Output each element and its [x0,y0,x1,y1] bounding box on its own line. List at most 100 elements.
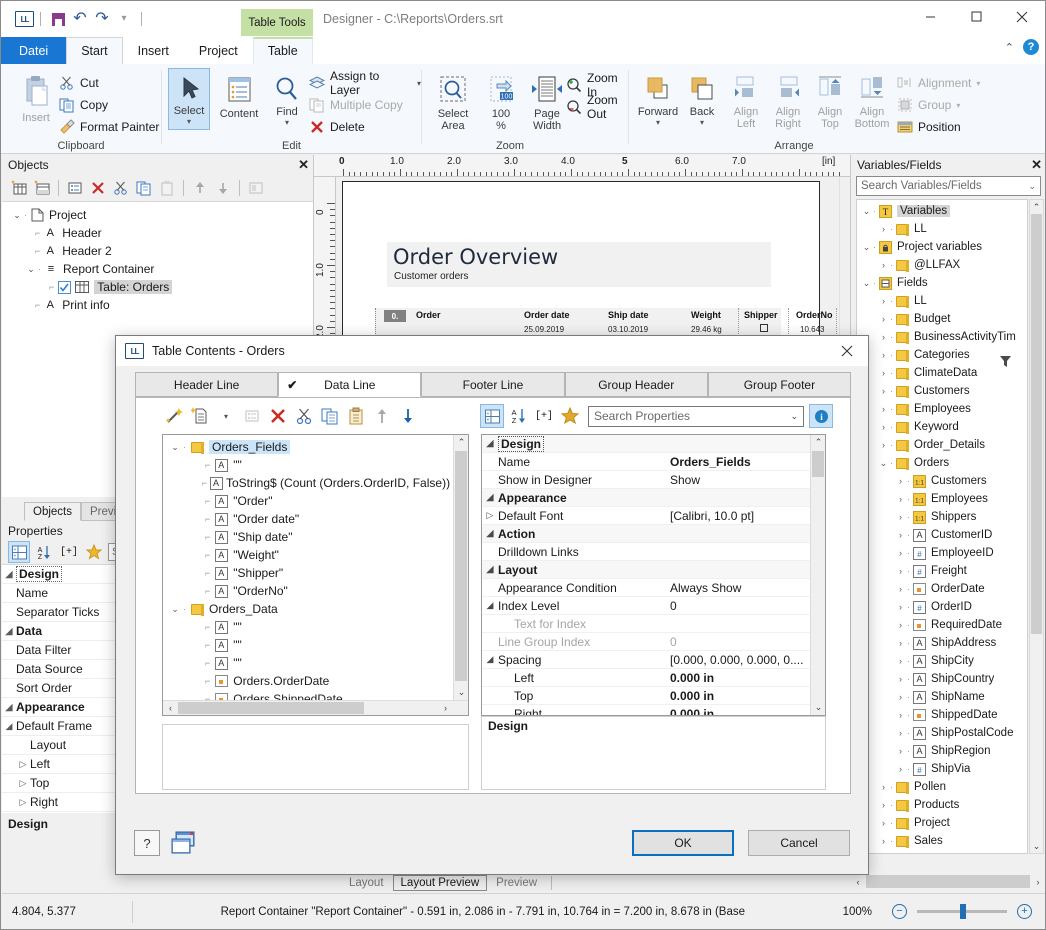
zoom-slider[interactable] [917,904,1007,919]
chevron-right-icon[interactable]: › [894,620,907,630]
collapse-icon[interactable]: ◢ [482,492,498,503]
tree-node-project[interactable]: ⌄ · Project [2,206,313,224]
property-row[interactable]: Line Group Index 0 [482,633,825,651]
tree-node[interactable]: › · # ShipVia [857,760,1027,778]
tree-node[interactable]: ⌐ A "" [163,654,468,672]
chevron-right-icon[interactable]: › [877,224,890,234]
chevron-down-icon[interactable]: ⌄ [860,206,873,217]
tree-node[interactable]: ⌄ · Fields [857,274,1027,292]
tree-node[interactable]: ⌐ A "Order" [163,492,468,510]
new-field-dropdown-button[interactable]: ▾ [214,404,238,428]
paste-icon[interactable] [344,404,368,428]
tree-node[interactable]: ⌄ · Orders_Fields [163,438,468,456]
chevron-right-icon[interactable]: › [894,548,907,558]
find-button[interactable]: Find ▾ [262,70,312,127]
tree-node[interactable]: ›·SalesStages [857,850,1027,853]
chevron-right-icon[interactable]: › [877,800,890,810]
copy-icon[interactable] [133,177,155,199]
property-row[interactable]: Appearance Condition Always Show [482,579,825,597]
scrollbar-thumb[interactable] [455,451,467,681]
chevron-right-icon[interactable]: › [894,602,907,612]
tree-node[interactable]: ⌐ A "OrderNo" [163,582,468,600]
tree-node-table-orders[interactable]: ⌐ Table: Orders [2,278,313,296]
chevron-down-icon[interactable]: ⌄ [10,210,24,221]
chevron-right-icon[interactable]: › [894,584,907,594]
scroll-up-icon[interactable]: ⌃ [454,435,468,450]
close-button[interactable] [999,1,1045,32]
tree-node[interactable]: › · Customers [857,382,1027,400]
tree-node[interactable]: › · LL [857,292,1027,310]
tree-node[interactable]: › · Budget [857,310,1027,328]
tree-node[interactable]: ⌐ Orders.OrderDate [163,672,468,690]
property-row[interactable]: ◢ Design [482,435,825,453]
zoom-out-button[interactable]: Zoom Out [564,93,628,121]
tree-node[interactable]: › · # OrderID [857,598,1027,616]
chevron-right-icon[interactable]: › [894,494,907,504]
chevron-right-icon[interactable]: › [894,566,907,576]
property-row[interactable]: Show in Designer Show [482,471,825,489]
categorize-icon[interactable]: + + [8,541,30,563]
scroll-down-icon[interactable]: ⌄ [454,685,468,700]
property-value[interactable]: Always Show [670,581,825,595]
redo-button[interactable]: ↷ [91,8,113,30]
tree-node[interactable]: › · 1:1 Shippers [857,508,1027,526]
chevron-right-icon[interactable]: › [877,350,890,360]
chevron-right-icon[interactable]: › [894,656,907,666]
chevron-right-icon[interactable]: › [877,836,890,846]
tree-node[interactable]: › · Order_Details [857,436,1027,454]
collapse-ribbon-button[interactable]: ⌃ [1005,41,1014,54]
help-icon[interactable]: ? [1023,39,1039,55]
tree-node[interactable]: › · @LLFAX [857,256,1027,274]
collapse-icon[interactable]: ◢ [482,528,498,539]
chevron-right-icon[interactable]: › [894,692,907,702]
window-stack-icon[interactable] [170,830,200,856]
chevron-right-icon[interactable]: › [877,332,890,342]
tree-node-print-info[interactable]: ⌐ A Print info [2,296,313,314]
property-row[interactable]: Drilldown Links [482,543,825,561]
tree-node[interactable]: ⌐ A "" [163,618,468,636]
close-icon[interactable]: ✕ [1031,157,1042,173]
copy-icon[interactable] [318,404,342,428]
minimize-button[interactable] [907,1,953,32]
tab-group-footer[interactable]: Group Footer [707,372,852,397]
insert-button[interactable]: Insert [11,70,61,124]
scrollbar-thumb[interactable] [178,702,364,714]
tab-preview[interactable]: Preview [489,876,544,890]
collapse-icon[interactable]: ◢ [2,626,16,637]
chevron-down-icon[interactable]: ⌄ [167,442,183,453]
variables-search-input[interactable]: Search Variables/Fields ⌄ [856,176,1041,196]
expand-all-icon[interactable]: [+] [532,404,556,428]
tree-node[interactable]: › · A CustomerID [857,526,1027,544]
dialog-field-tree[interactable]: ⌄ · Orders_Fields ⌐ A "" ⌐ A ToString$ (Count (O… [162,434,469,716]
maximize-button[interactable] [953,1,999,32]
scroll-right-icon[interactable]: › [1030,877,1045,887]
tree-node[interactable]: › · A ShipAddress [857,634,1027,652]
expand-icon[interactable]: ▷ [16,797,30,808]
tab-project[interactable]: Project [184,37,253,64]
chevron-down-icon[interactable]: ⌄ [860,242,873,253]
chevron-right-icon[interactable]: › [894,746,907,756]
variables-vertical-scrollbar[interactable]: ⌃ ⌄ [1029,199,1044,854]
dialog-close-button[interactable] [830,337,864,365]
tree-node[interactable]: › · A ShipName [857,688,1027,706]
tree-node[interactable]: › · # EmployeeID [857,544,1027,562]
scroll-down-icon[interactable]: ⌄ [811,700,825,715]
collapse-icon[interactable]: ◢ [482,654,498,665]
property-row[interactable]: ▷ Default Font [Calibri, 10.0 pt] [482,507,825,525]
chevron-right-icon[interactable]: › [877,386,890,396]
wizard-wand-icon[interactable] [162,404,186,428]
tree-node[interactable]: › · LL [857,220,1027,238]
chevron-down-icon[interactable]: ⌄ [790,411,798,422]
chevron-right-icon[interactable]: › [894,674,907,684]
content-button[interactable]: Content [214,70,264,120]
dialog-props-vscrollbar[interactable]: ⌃ ⌄ [810,435,825,715]
collapse-icon[interactable]: ◢ [2,702,16,713]
tree-node[interactable]: ⌐ A "" [163,636,468,654]
chevron-down-icon[interactable]: ⌄ [877,458,890,469]
undo-button[interactable]: ↶ [69,8,91,30]
scrollbar-thumb[interactable] [866,875,1030,888]
chevron-right-icon[interactable]: › [877,368,890,378]
collapse-icon[interactable]: ◢ [2,569,16,580]
scrollbar-thumb[interactable] [1031,214,1042,634]
forward-button[interactable]: Forward ▾ [633,70,683,127]
